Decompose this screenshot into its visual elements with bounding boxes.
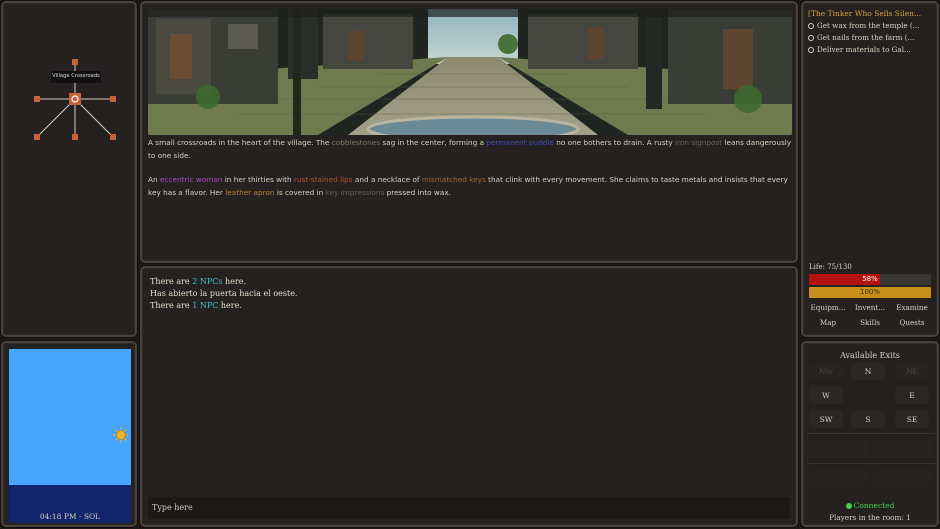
- description-text: An: [148, 175, 160, 185]
- map-node-current: [69, 93, 81, 105]
- map-node-west: [34, 96, 40, 102]
- quest-title[interactable]: [The Tinker Who Sells Silen...: [808, 9, 934, 18]
- exit-out-button: [873, 469, 931, 486]
- minimap[interactable]: [3, 3, 135, 335]
- log-text: here.: [218, 301, 242, 310]
- log-text: Has abierto la puerta hacia el oeste.: [150, 289, 298, 298]
- exit-s-button[interactable]: S: [851, 411, 885, 428]
- description-keyword[interactable]: mismatched keys: [422, 175, 486, 184]
- message-log-panel: There are 2 NPCs here. Has abierto la pue…: [140, 266, 798, 527]
- exit-in-button: [809, 469, 867, 486]
- description-text: is covered in: [274, 187, 326, 197]
- quest-panel: [The Tinker Who Sells Silen... Get wax f…: [801, 1, 939, 337]
- room-panel: A small crossroads in the heart of the v…: [140, 1, 798, 263]
- description-text: A small crossroads in the heart of the v…: [148, 138, 332, 147]
- description-text: and a necklace of: [352, 175, 422, 185]
- message-log: There are 2 NPCs here. Has abierto la pue…: [150, 276, 297, 312]
- quest-objective: Deliver materials to Gal...: [808, 45, 936, 54]
- exit-se-button[interactable]: SE: [895, 411, 929, 428]
- exits-title: Available Exits: [840, 351, 900, 360]
- objective-circle-icon: [808, 34, 814, 41]
- map-node-southeast: [110, 134, 116, 140]
- map-node-north: [72, 59, 78, 65]
- description-text: no one bothers to drain. A rusty: [553, 138, 675, 147]
- log-text: There are: [150, 277, 193, 286]
- stamina-bar: 100%: [809, 287, 931, 298]
- description-keyword[interactable]: iron signpost: [675, 138, 722, 147]
- minimap-panel: Village Crossroads: [1, 1, 137, 337]
- description-text: in her thirties with: [222, 175, 294, 185]
- description-keyword[interactable]: permanent puddle: [486, 138, 554, 147]
- room-description: A small crossroads in the heart of the v…: [148, 137, 794, 211]
- exit-e-button[interactable]: E: [895, 387, 929, 404]
- exit-up-button: [809, 441, 867, 458]
- stamina-percent: 100%: [859, 288, 880, 296]
- log-text: here.: [222, 277, 246, 286]
- examine-button[interactable]: Examine: [891, 303, 933, 312]
- divider: [807, 433, 935, 434]
- exit-center: [851, 387, 885, 404]
- objective-circle-icon: [808, 46, 814, 53]
- quest-objective: Get wax from the temple (...: [808, 21, 936, 30]
- room-scene-image: [148, 9, 792, 135]
- map-location-label: Village Crossroads: [52, 73, 100, 79]
- life-percent: 58%: [862, 275, 878, 283]
- connection-status: Connected: [803, 501, 937, 510]
- time-panel: 04:18 PM - SOL: [1, 341, 137, 527]
- description-text: pressed into wax.: [384, 187, 451, 197]
- description-paragraph: An eccentric woman in her thirties with …: [148, 174, 794, 199]
- divider: [807, 463, 935, 464]
- game-clock: 04:18 PM - SOL: [39, 512, 101, 521]
- skills-button[interactable]: Skills: [849, 318, 891, 327]
- exit-sw-button[interactable]: SW: [809, 411, 843, 428]
- exit-ne-button: NE: [895, 363, 929, 380]
- log-text: There are: [150, 301, 193, 310]
- map-node-southwest: [34, 134, 40, 140]
- quest-objective: Get nails from the farm (...: [808, 33, 936, 42]
- equipment-button[interactable]: Equipm...: [807, 303, 849, 312]
- exit-n-button[interactable]: N: [851, 363, 885, 380]
- description-keyword[interactable]: key impressions: [326, 188, 385, 197]
- log-line: There are 2 NPCs here.: [150, 276, 297, 288]
- sun-icon: [113, 427, 129, 443]
- description-keyword[interactable]: cobblestones: [332, 138, 380, 147]
- life-bar: 58%: [809, 274, 931, 285]
- command-input[interactable]: Type here: [148, 497, 790, 519]
- inventory-button[interactable]: Invent...: [849, 303, 891, 312]
- status-dot-icon: [845, 503, 852, 509]
- log-line: There are 1 NPC here.: [150, 300, 297, 312]
- players-count: Players in the room: 1: [829, 513, 911, 522]
- description-text: sag in the center, forming a: [380, 138, 487, 147]
- log-line: Has abierto la puerta hacia el oeste.: [150, 288, 297, 300]
- description-keyword[interactable]: leather apron: [225, 188, 274, 197]
- exit-down-button: [873, 441, 931, 458]
- objective-circle-icon: [808, 22, 814, 29]
- description-paragraph: A small crossroads in the heart of the v…: [148, 137, 794, 162]
- quests-button[interactable]: Quests: [891, 318, 933, 327]
- exit-nw-button: NW: [809, 363, 843, 380]
- exit-w-button[interactable]: W: [809, 387, 843, 404]
- map-node-south: [72, 134, 78, 140]
- description-keyword[interactable]: eccentric woman: [160, 175, 222, 184]
- description-keyword[interactable]: rust-stained lips: [294, 175, 353, 184]
- sky: [9, 349, 131, 485]
- map-node-east: [110, 96, 116, 102]
- exits-panel: Available Exits NW N NE W E SW S SE Connected P…: [801, 341, 939, 527]
- log-highlight: 1 NPC: [192, 301, 219, 310]
- life-label: Life: 75/130: [809, 263, 852, 271]
- map-button[interactable]: Map: [807, 318, 849, 327]
- log-highlight: 2 NPCs: [192, 277, 223, 286]
